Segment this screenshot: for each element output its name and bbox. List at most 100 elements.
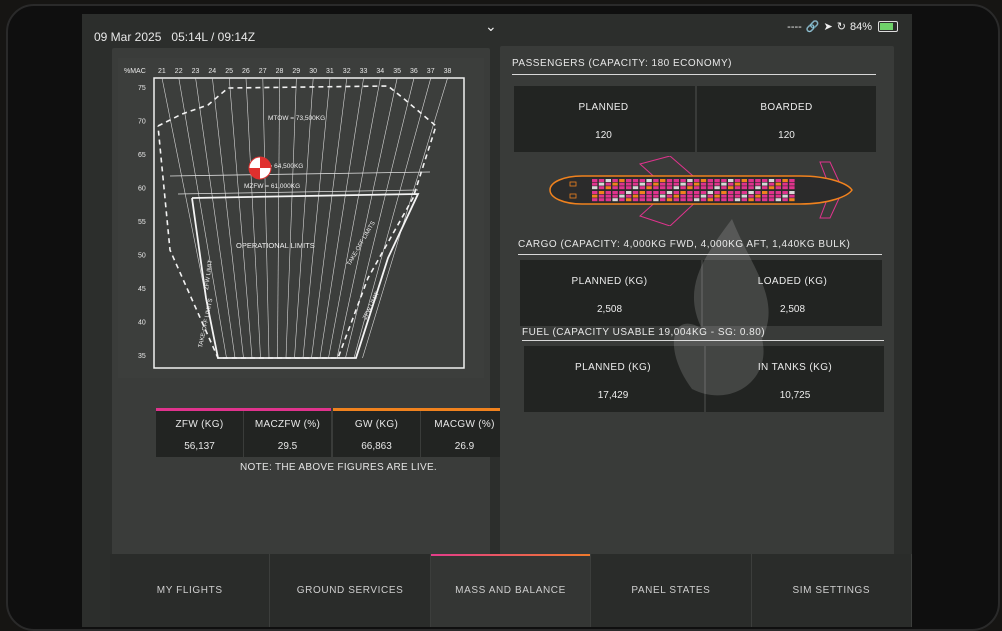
seat <box>694 186 700 190</box>
seat <box>639 179 645 182</box>
gw-label: GW (KG) <box>354 419 399 430</box>
pax-planned-value: 120 <box>595 130 612 141</box>
seat <box>619 198 625 202</box>
gw-value: 66,863 <box>361 441 392 452</box>
seat <box>721 186 727 190</box>
seat <box>646 194 652 198</box>
seat <box>666 186 673 190</box>
bottom-tab-bar: MY FLIGHTS GROUND SERVICES MASS AND BALA… <box>110 554 912 627</box>
seat <box>734 191 741 194</box>
seat <box>598 179 605 182</box>
seat <box>680 194 686 198</box>
tab-sim-settings[interactable]: SIM SETTINGS <box>752 554 912 627</box>
seat <box>700 191 707 194</box>
seat <box>694 194 700 198</box>
seat <box>666 191 673 194</box>
seat <box>592 194 598 198</box>
mac-tick-label: 28 <box>276 68 284 75</box>
operational-limits-label: OPERATIONAL LIMITS <box>236 241 315 250</box>
seat <box>782 198 788 202</box>
seat <box>673 198 679 202</box>
seat <box>700 182 707 186</box>
seat <box>673 179 679 182</box>
pax-planned-label: PLANNED <box>578 102 629 113</box>
mac-tick-label: 33 <box>360 68 368 75</box>
seat <box>782 191 788 194</box>
seat <box>612 186 618 190</box>
cg-marker-icon <box>248 156 272 180</box>
status-date: 09 Mar 2025 <box>94 30 162 44</box>
seat <box>789 186 795 190</box>
seat <box>721 198 727 202</box>
seat <box>714 186 720 190</box>
seat <box>748 179 754 182</box>
seat <box>755 194 761 198</box>
mac-tick-label: 29 <box>292 68 300 75</box>
seat <box>707 194 713 198</box>
seat <box>755 186 761 190</box>
seat <box>687 182 693 186</box>
tab-ground-services[interactable]: GROUND SERVICES <box>270 554 431 627</box>
seat <box>768 194 775 198</box>
seat <box>768 179 775 182</box>
seat <box>598 182 605 186</box>
tab-my-flights[interactable]: MY FLIGHTS <box>110 554 271 627</box>
seat <box>680 186 686 190</box>
mac-tick-label: 30 <box>309 68 317 75</box>
seat <box>605 191 611 194</box>
seat <box>789 182 795 186</box>
seat <box>680 179 686 182</box>
macgw-label: MACGW (%) <box>434 419 495 430</box>
seat <box>748 182 754 186</box>
seat <box>721 182 727 186</box>
seat <box>612 198 618 202</box>
seat <box>639 182 645 186</box>
seat <box>605 194 611 198</box>
seat <box>782 194 788 198</box>
pax-boarded-value: 120 <box>778 130 795 141</box>
seat <box>762 191 768 194</box>
maczfw-cell: MACZFW (%) 29.5 <box>244 411 331 457</box>
seat <box>694 182 700 186</box>
seat <box>592 186 598 190</box>
seat <box>592 198 598 202</box>
seat <box>666 182 673 186</box>
seat <box>734 182 741 186</box>
seat <box>605 186 611 190</box>
seat <box>626 179 632 182</box>
mac-tick-label: 35 <box>393 68 401 75</box>
seat <box>666 198 673 202</box>
mtow-label: MTOW = 73,500KG <box>268 115 325 122</box>
seat <box>748 191 754 194</box>
seat <box>673 182 679 186</box>
chevron-down-icon[interactable]: ⌄ <box>485 18 497 35</box>
seat <box>755 182 761 186</box>
seat <box>605 198 611 202</box>
tab-mass-and-balance[interactable]: MASS AND BALANCE <box>430 554 592 627</box>
seat <box>748 198 754 202</box>
tab-panel-states[interactable]: PANEL STATES <box>591 554 752 627</box>
maczfw-value: 29.5 <box>277 441 298 452</box>
seat <box>598 186 605 190</box>
logo-watermark-icon <box>673 219 769 396</box>
mac-tick-label: 36 <box>410 68 418 75</box>
seat <box>714 179 720 182</box>
seat <box>768 191 775 194</box>
seat <box>741 182 747 186</box>
seat <box>619 182 625 186</box>
mac-tick-label: 32 <box>343 68 351 75</box>
seat <box>632 182 639 186</box>
macgw-value: 26.9 <box>454 441 475 452</box>
seat <box>748 194 754 198</box>
mac-tick-label: 31 <box>326 68 334 75</box>
weight-tick-label: 40 <box>138 320 146 327</box>
mac-tick-label: 22 <box>175 68 183 75</box>
zfw-label: ZFW (KG) <box>175 419 224 430</box>
seat <box>762 198 768 202</box>
status-time: 05:14L / 09:14Z <box>171 30 256 44</box>
seat <box>666 179 673 182</box>
mac-tick-label: 27 <box>259 68 267 75</box>
seat <box>598 191 605 194</box>
seat <box>632 186 639 190</box>
seat <box>755 198 761 202</box>
